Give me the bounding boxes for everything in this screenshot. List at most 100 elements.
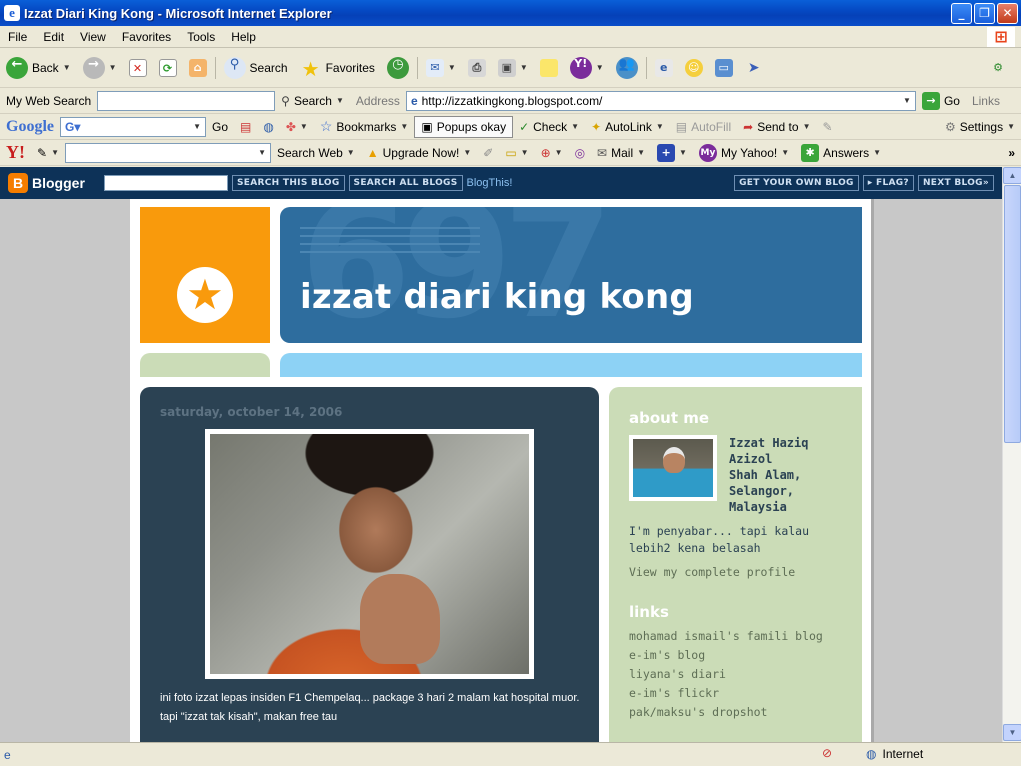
bookmarks-label: Bookmarks [336, 119, 397, 134]
go-button[interactable]: → Go [916, 91, 966, 110]
profile-name-2[interactable]: Azizol [729, 451, 849, 467]
search-web-button[interactable]: Search Web ▼ [271, 146, 361, 160]
google-globe-icon[interactable]: ◍ [257, 120, 279, 134]
maximize-button[interactable]: ❐ [974, 2, 995, 24]
ie-icon: e [4, 5, 20, 21]
cursor-icon: ➤ [747, 59, 760, 76]
menu-help[interactable]: Help [223, 30, 264, 44]
yahoo-pencil-icon[interactable]: ✎ ▼ [31, 146, 65, 160]
profile-name-1[interactable]: Izzat Haziq [729, 435, 849, 451]
chevron-down-icon[interactable]: ▼ [258, 148, 266, 157]
settings-button[interactable]: ⚙ Settings ▼ [939, 120, 1021, 134]
menu-view[interactable]: View [72, 30, 114, 44]
send-to-button[interactable]: ➦ Send to ▼ [737, 120, 816, 134]
sidebar-link[interactable]: pak/maksu's dropshot [629, 705, 767, 719]
page-viewport: ★ 697 izzat diari king kong saturday, oc… [0, 199, 1002, 742]
popups-button[interactable]: ▣ Popups okay [414, 115, 514, 138]
favorites-button[interactable]: ★ Favorites [294, 57, 381, 81]
mail-link[interactable]: ✉ Mail ▼ [591, 146, 651, 160]
highlight-icon[interactable]: ✐ [477, 146, 499, 160]
forward-button[interactable]: → ▼ [77, 56, 123, 79]
bookmark-icon[interactable]: ▭ ▼ [499, 146, 534, 160]
toolbar-extra-4[interactable]: ➤ [739, 59, 769, 77]
toolbar-extra-2[interactable]: ☺ [679, 58, 709, 77]
next-blog-button[interactable]: NEXT BLOG» [917, 175, 994, 191]
edit-button[interactable]: ▣ ▼ [492, 58, 534, 77]
separator [645, 56, 647, 79]
send-icon: ➦ [743, 119, 754, 134]
post-photo[interactable] [205, 429, 534, 679]
toolbar-overflow-icon[interactable]: » [1002, 146, 1021, 160]
sidebar-link[interactable]: liyana's diari [629, 667, 726, 681]
my-web-search-input[interactable] [97, 90, 276, 111]
autofill-button[interactable]: ▤ AutoFill [670, 120, 737, 134]
home-icon: ⌂ [188, 58, 207, 77]
my-yahoo-link[interactable]: My My Yahoo! ▼ [693, 143, 795, 162]
headphones-icon[interactable]: ◎ [569, 146, 591, 160]
notes-button[interactable] [534, 58, 564, 77]
history-button[interactable]: ◷ [381, 56, 415, 79]
sidebar-link[interactable]: e-im's flickr [629, 686, 719, 700]
answers-link[interactable]: ✱ Answers ▼ [795, 143, 887, 162]
yahoo-toolbar: Y! ✎ ▼ ▼ Search Web ▼ ▲ Upgrade Now! ▼ ✐… [0, 140, 1021, 166]
answers-label: Answers [823, 145, 870, 160]
stop-button[interactable]: ✕ [123, 58, 153, 77]
address-label: Address [355, 93, 400, 108]
search-this-blog-button[interactable]: SEARCH THIS BLOG [232, 175, 345, 191]
scroll-thumb[interactable] [1004, 185, 1021, 443]
pencil-icon[interactable]: ✎ [816, 120, 838, 134]
view-profile-link[interactable]: View my complete profile [629, 565, 795, 579]
address-input[interactable]: e http://izzatkingkong.blogspot.com/ ▼ [405, 90, 916, 111]
home-button[interactable]: ⌂ [183, 58, 213, 77]
search-button[interactable]: ⚲ Search [218, 56, 294, 79]
get-own-blog-button[interactable]: GET YOUR OWN BLOG [734, 175, 859, 191]
google-go-button[interactable]: Go [206, 120, 234, 134]
post-photo-image [210, 434, 529, 674]
autolink-button[interactable]: ✦ AutoLink ▼ [585, 120, 670, 134]
yahoo-button[interactable]: Y! ▼ [564, 56, 610, 79]
yahoo-search-input[interactable]: ▼ [64, 142, 271, 163]
sidebar-link[interactable]: e-im's blog [629, 648, 705, 662]
scroll-up-button[interactable]: ▲ [1003, 167, 1021, 184]
mail-button[interactable]: ✉ ▼ [420, 58, 462, 77]
back-button[interactable]: ← Back ▼ [0, 56, 77, 79]
bookmarks-button[interactable]: ☆ Bookmarks ▼ [314, 118, 415, 135]
upgrade-button[interactable]: ▲ Upgrade Now! ▼ [361, 146, 478, 160]
print-button[interactable]: ⎙ [462, 58, 492, 77]
google-news-icon[interactable]: ▤ [234, 120, 257, 134]
blogger-logo[interactable]: B Blogger [8, 173, 104, 193]
menu-favorites[interactable]: Favorites [114, 30, 179, 44]
blogthis-link[interactable]: BlogThis! [467, 177, 513, 189]
google-search-input[interactable]: G▾ ▼ [60, 116, 206, 137]
flag-button[interactable]: ▸ FLAG? [862, 175, 914, 191]
refresh-button[interactable]: ⟳ [153, 58, 183, 77]
minimize-button[interactable]: _ [951, 2, 972, 24]
blog-title[interactable]: izzat diari king kong [300, 277, 694, 317]
plus-button[interactable]: + ▼ [651, 143, 693, 162]
toolbar-extra-3[interactable]: ▭ [709, 58, 739, 77]
links-button[interactable]: Links [966, 94, 1006, 108]
close-button[interactable]: ✕ [997, 2, 1018, 24]
avatar[interactable] [629, 435, 717, 501]
toolbar-extra-1[interactable]: e [649, 58, 679, 77]
menu-tools[interactable]: Tools [179, 30, 223, 44]
target-icon[interactable]: ⊕ ▼ [535, 146, 569, 160]
my-web-search-button[interactable]: ⚲ Search ▼ [275, 94, 350, 108]
vertical-scrollbar[interactable]: ▲ ▼ [1002, 167, 1021, 742]
messenger-button[interactable]: 👥 [610, 56, 644, 79]
menu-edit[interactable]: Edit [35, 30, 72, 44]
toolbar-grip[interactable]: ⚙ [983, 59, 1013, 77]
yahoo-logo[interactable]: Y! [0, 142, 31, 163]
chevron-down-icon[interactable]: ▼ [193, 122, 201, 131]
google-puzzle-icon[interactable]: ✤ ▼ [280, 120, 314, 134]
sidebar-link[interactable]: mohamad ismail's famili blog [629, 629, 823, 643]
popup-icon: ▣ [421, 119, 433, 134]
check-button[interactable]: ✓ Check ▼ [513, 120, 585, 134]
standard-toolbar: ← Back ▼ → ▼ ✕ ⟳ ⌂ ⚲ Search ★ Favorites … [0, 48, 1021, 88]
menu-file[interactable]: File [0, 30, 35, 44]
chevron-down-icon[interactable]: ▼ [903, 96, 911, 105]
search-all-blogs-button[interactable]: SEARCH ALL BLOGS [348, 175, 463, 191]
scroll-down-button[interactable]: ▼ [1003, 724, 1021, 741]
sidebar: about me Izzat Haziq Azizol Shah Alam, S… [609, 387, 862, 742]
blog-search-input[interactable] [104, 175, 228, 191]
